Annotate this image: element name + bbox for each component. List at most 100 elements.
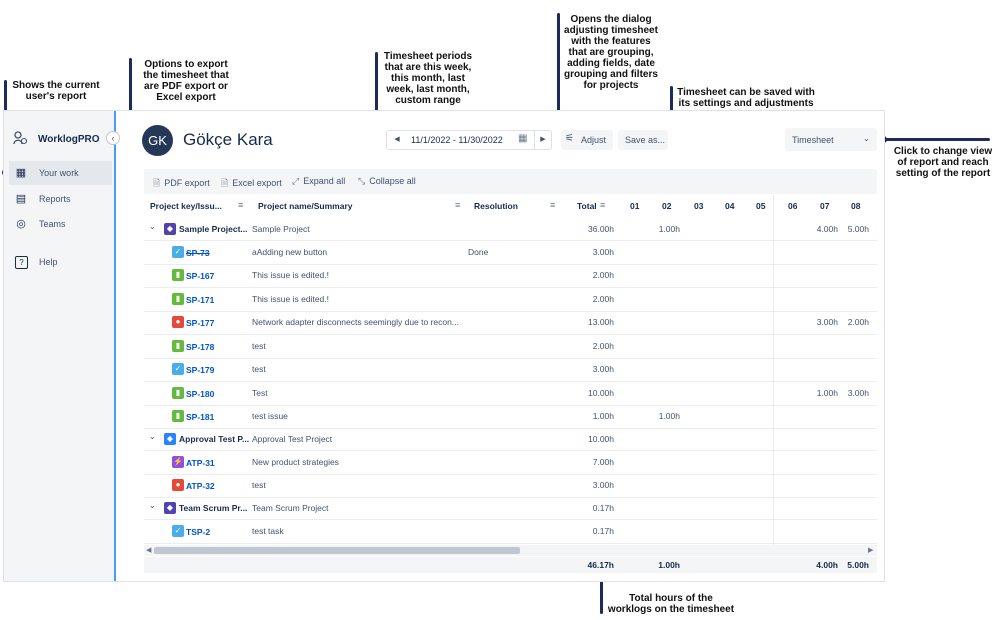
day-cell[interactable]: 1.00h xyxy=(806,388,838,398)
horizontal-scrollbar[interactable]: ◀ ▶ xyxy=(144,545,877,556)
col-header-day[interactable]: 02 xyxy=(662,195,671,217)
view-select[interactable]: Timesheet ⌄ xyxy=(785,128,877,151)
issue-row[interactable]: ✓ TSP-2 test task 0.17h xyxy=(144,519,877,544)
project-row[interactable]: ⌄ ◆ Team Scrum Pr... Team Scrum Project 0.17… xyxy=(144,497,877,520)
summary-cell: This issue is edited.! xyxy=(252,293,330,304)
col-header-day[interactable]: 07 xyxy=(820,195,829,217)
issue-row[interactable]: ▮ SP-167 This issue is edited.! 2.00h xyxy=(144,264,877,288)
chevron-down-icon: ⌄ xyxy=(863,134,870,143)
filter-icon[interactable]: ≡ xyxy=(455,200,460,210)
date-range-picker[interactable]: ◀ 11/1/2022 - 11/30/2022 ▦ ▶ xyxy=(386,130,552,150)
issue-row[interactable]: ● ATP-32 test 3.00h xyxy=(144,474,877,498)
issue-row[interactable]: ▮ SP-181 test issue 1.00h 1.00h xyxy=(144,405,877,429)
date-range-value[interactable]: 11/1/2022 - 11/30/2022 xyxy=(411,135,503,145)
pointer-view xyxy=(884,138,990,141)
filter-icon[interactable]: ≡ xyxy=(550,200,555,210)
task-type-icon: ✓ xyxy=(172,524,184,537)
sidebar-item-reports[interactable]: ▤ Reports xyxy=(9,187,112,211)
project-key[interactable]: Approval Test P... xyxy=(179,434,255,444)
project-row[interactable]: ⌄ ◆ Sample Project... Sample Project 36.00h 1… xyxy=(144,218,877,241)
note-periods: Timesheet periods that are this week, th… xyxy=(383,51,473,106)
col-header-summary[interactable]: Project name/Summary xyxy=(258,195,352,217)
brand-name: WorklogPRO xyxy=(38,134,100,145)
issue-row[interactable]: ▮ SP-171 This issue is edited.! 2.00h xyxy=(144,287,877,312)
sidebar-item-help[interactable]: ? Help xyxy=(9,250,112,274)
issue-key-link[interactable]: ATP-32 xyxy=(186,481,215,491)
project-row[interactable]: ⌄ ◆ Approval Test P... Approval Test Projec… xyxy=(144,428,877,451)
issue-key-link[interactable]: SP-73 xyxy=(186,248,210,258)
day-cell[interactable]: 5.00h xyxy=(837,224,869,234)
save-as-button[interactable]: Save as... xyxy=(618,130,668,150)
col-header-day[interactable]: 06 xyxy=(788,195,797,217)
sidebar-item-your-work[interactable]: ▦ Your work xyxy=(9,161,112,185)
col-header-resolution[interactable]: Resolution xyxy=(474,195,518,217)
calendar-icon[interactable]: ▦ xyxy=(518,133,527,144)
chevron-left-icon[interactable]: ◀ xyxy=(146,545,151,556)
epic-type-icon: ⚡ xyxy=(172,455,184,468)
issue-row[interactable]: ⚡ ATP-31 New product strategies 7.00h xyxy=(144,450,877,475)
col-header-day[interactable]: 04 xyxy=(725,195,734,217)
bug-type-icon: ● xyxy=(172,479,184,492)
col-header-key[interactable]: Project key/Issu... xyxy=(150,195,230,217)
collapse-all-button[interactable]: ⤡ Collapse all xyxy=(358,176,416,187)
sidebar: WorklogPRO ‹ ▦ Your work ▤ Reports ◎ Tea… xyxy=(4,111,120,581)
sliders-icon: ⚟ xyxy=(565,133,574,144)
day-cell[interactable]: 1.00h xyxy=(648,224,680,234)
filter-icon[interactable]: ≡ xyxy=(600,200,605,210)
task-type-icon: ✓ xyxy=(172,363,184,376)
col-header-day[interactable]: 08 xyxy=(851,195,860,217)
story-type-icon: ▮ xyxy=(172,410,184,423)
issue-key-link[interactable]: SP-178 xyxy=(186,342,214,352)
issue-key-link[interactable]: TSP-2 xyxy=(186,527,210,537)
issue-row[interactable]: ▮ SP-180 Test 10.00h 1.00h 3.00h xyxy=(144,381,877,406)
issue-key-link[interactable]: SP-171 xyxy=(186,295,214,305)
chevron-down-icon[interactable]: ⌄ xyxy=(149,432,156,441)
day-cell[interactable]: 2.00h xyxy=(837,317,869,327)
issue-key-link[interactable]: SP-179 xyxy=(186,365,214,375)
expand-all-button[interactable]: ⤢ Expand all xyxy=(292,176,345,187)
excel-export-button[interactable]: 🗎 Excel export xyxy=(221,176,282,192)
issue-row[interactable]: ▮ SP-178 test 2.00h xyxy=(144,334,877,359)
user-name: Gökçe Karadı xyxy=(183,130,273,149)
issue-key-link[interactable]: SP-177 xyxy=(186,318,214,328)
chevron-right-icon[interactable]: ▶ xyxy=(868,545,873,556)
issue-row[interactable]: ● SP-177 Network adapter disconnects seemi… xyxy=(144,311,877,335)
issue-key-link[interactable]: SP-181 xyxy=(186,412,214,422)
sidebar-item-teams[interactable]: ◎ Teams xyxy=(9,212,112,236)
day-cell[interactable]: 4.00h xyxy=(806,224,838,234)
total-cell: 3.00h xyxy=(592,364,614,375)
day-cell[interactable]: 3.00h xyxy=(837,388,869,398)
chevron-left-icon[interactable]: ‹ xyxy=(106,131,120,145)
chevron-down-icon[interactable]: ⌄ xyxy=(149,222,156,231)
story-type-icon: ▮ xyxy=(172,339,184,352)
total-cell: 1.00h xyxy=(592,411,614,422)
chevron-left-icon[interactable]: ◀ xyxy=(389,131,405,149)
chevron-right-icon[interactable]: ▶ xyxy=(534,131,551,149)
project-key[interactable]: Sample Project... xyxy=(179,224,255,234)
target-icon: ◎ xyxy=(16,218,26,230)
summary-cell: Team Scrum Project xyxy=(252,503,329,513)
scroll-thumb[interactable] xyxy=(154,547,520,554)
expand-all-label: Expand all xyxy=(303,176,346,186)
issue-key-link[interactable]: ATP-31 xyxy=(186,458,215,468)
issue-key-link[interactable]: SP-167 xyxy=(186,271,214,281)
col-header-total[interactable]: Total xyxy=(577,195,597,217)
summary-cell: Sample Project xyxy=(252,224,310,234)
col-header-day[interactable]: 05 xyxy=(756,195,765,217)
adjust-button[interactable]: ⚟ Adjust xyxy=(561,130,613,150)
story-type-icon: ▮ xyxy=(172,269,184,282)
issue-row[interactable]: ✓ SP-179 test 3.00h xyxy=(144,358,877,382)
pdf-export-button[interactable]: 🗎 PDF export xyxy=(153,176,210,192)
col-header-day[interactable]: 03 xyxy=(694,195,703,217)
chevron-down-icon[interactable]: ⌄ xyxy=(149,501,156,510)
issue-key-link[interactable]: SP-180 xyxy=(186,389,214,399)
issue-row[interactable]: ✓ SP-73 aAdding new button Done 3.00h xyxy=(144,240,877,265)
col-header-day[interactable]: 01 xyxy=(630,195,639,217)
filter-icon[interactable]: ≡ xyxy=(238,200,243,210)
day-cell[interactable]: 1.00h xyxy=(648,411,680,421)
worklog-logo-icon xyxy=(13,131,27,145)
note-save: Timesheet can be saved with its settings… xyxy=(677,87,815,109)
day-cell[interactable]: 3.00h xyxy=(806,317,838,327)
project-key[interactable]: Team Scrum Pr... xyxy=(179,503,255,513)
day-total: 1.00h xyxy=(658,560,680,570)
